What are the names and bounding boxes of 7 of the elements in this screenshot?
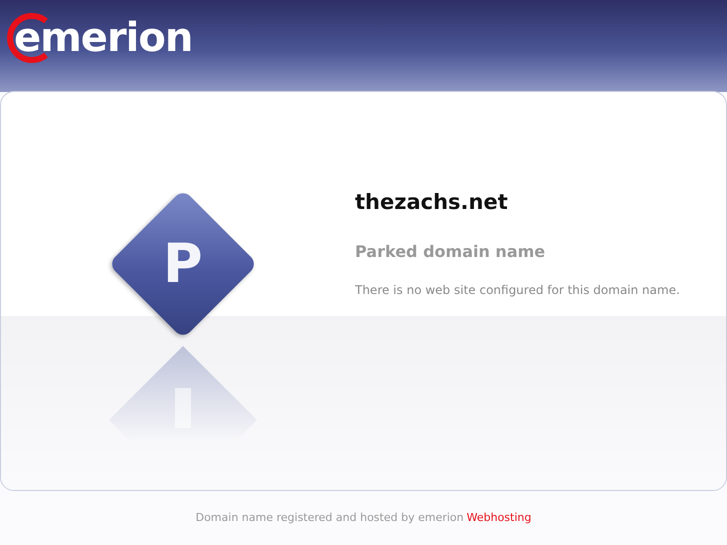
- webhosting-link[interactable]: Webhosting: [466, 511, 532, 524]
- badge-letter: P: [163, 237, 203, 291]
- parked-heading: Parked domain name: [355, 242, 546, 261]
- message-text: There is no web site configured for this domain name.: [355, 283, 680, 297]
- domain-title: thezachs.net: [355, 190, 509, 214]
- logo[interactable]: emerion: [14, 13, 192, 63]
- footer-text: Domain name registered and hosted by emerion: [196, 511, 464, 524]
